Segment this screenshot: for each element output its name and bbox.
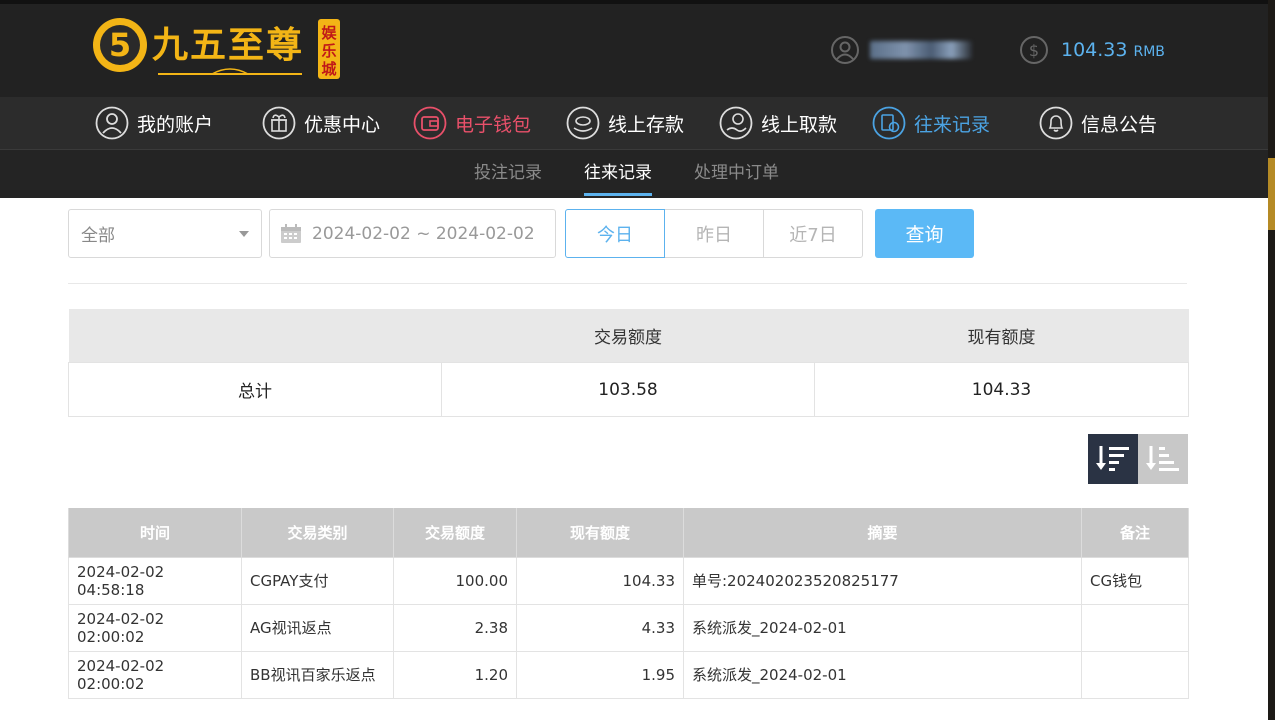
table-row: 2024-02-02 02:00:02 AG视讯返点 2.38 4.33 系统派… bbox=[68, 604, 1189, 652]
subtab-bet-records[interactable]: 投注记录 bbox=[474, 150, 542, 197]
subtab-transaction-records[interactable]: 往来记录 bbox=[584, 150, 652, 197]
page-edge-decoration bbox=[1268, 0, 1275, 720]
sort-descending-icon bbox=[1096, 446, 1129, 471]
cell-balance: 104.33 bbox=[516, 557, 684, 605]
date-range-input[interactable]: 2024-02-02 ~ 2024-02-02 bbox=[269, 209, 556, 258]
summary-header-row: 交易额度 现有额度 bbox=[68, 309, 1189, 363]
date-range-value: 2024-02-02 ~ 2024-02-02 bbox=[312, 223, 535, 244]
username-blurred bbox=[870, 41, 972, 59]
cell-amount: 1.20 bbox=[393, 651, 517, 699]
cell-type: AG视讯返点 bbox=[241, 604, 394, 652]
col-header-time: 时间 bbox=[68, 508, 242, 558]
nav-online-withdraw[interactable]: 线上取款 bbox=[719, 97, 837, 149]
summary-table: 交易额度 现有额度 总计 103.58 104.33 bbox=[68, 309, 1189, 417]
svg-text:5: 5 bbox=[109, 26, 131, 64]
nav-label: 往来记录 bbox=[914, 113, 991, 136]
wallet-icon bbox=[413, 106, 447, 140]
deposit-icon bbox=[566, 106, 600, 140]
range-yesterday-button[interactable]: 昨日 bbox=[664, 209, 764, 258]
col-header-balance: 现有额度 bbox=[516, 508, 684, 558]
cell-note bbox=[1081, 604, 1189, 652]
user-icon bbox=[95, 106, 129, 140]
summary-header-balance: 现有额度 bbox=[814, 309, 1189, 363]
cell-summary: 系统派发_2024-02-01 bbox=[683, 604, 1082, 652]
nav-promotions[interactable]: 优惠中心 bbox=[262, 97, 380, 149]
query-button[interactable]: 查询 bbox=[875, 209, 974, 258]
cell-type: CGPAY支付 bbox=[241, 557, 394, 605]
nav-label: 优惠中心 bbox=[304, 113, 381, 136]
main-nav: 我的账户 优惠中心 电子钱包 线上存款 线上取款 往来记录 信息公告 bbox=[0, 97, 1268, 149]
logo-badge-char-2: 乐 bbox=[321, 42, 336, 60]
cell-time: 2024-02-02 04:58:18 bbox=[68, 557, 242, 605]
gift-icon bbox=[262, 106, 296, 140]
summary-total-label: 总计 bbox=[68, 362, 442, 417]
transaction-type-select[interactable]: 全部 bbox=[68, 209, 262, 258]
user-avatar-icon bbox=[831, 36, 859, 64]
nav-label: 线上存款 bbox=[608, 113, 685, 136]
summary-total-balance: 104.33 bbox=[814, 362, 1189, 417]
cell-time: 2024-02-02 02:00:02 bbox=[68, 604, 242, 652]
cell-amount: 2.38 bbox=[393, 604, 517, 652]
cell-balance: 4.33 bbox=[516, 604, 684, 652]
cell-note: CG钱包 bbox=[1081, 557, 1189, 605]
balance-display: $ 104.33 RMB bbox=[1019, 35, 1165, 65]
sort-ascending-button[interactable] bbox=[1138, 434, 1188, 484]
subtab-pending-orders[interactable]: 处理中订单 bbox=[694, 150, 779, 197]
section-divider bbox=[68, 283, 1187, 284]
nav-label: 信息公告 bbox=[1081, 113, 1158, 136]
balance-currency: RMB bbox=[1133, 44, 1165, 60]
col-header-amount: 交易额度 bbox=[393, 508, 517, 558]
withdraw-icon bbox=[719, 106, 753, 140]
cell-balance: 1.95 bbox=[516, 651, 684, 699]
summary-header-blank bbox=[68, 309, 442, 363]
cell-note bbox=[1081, 651, 1189, 699]
nav-label: 我的账户 bbox=[137, 113, 214, 136]
nav-label: 线上取款 bbox=[761, 113, 838, 136]
col-header-summary: 摘要 bbox=[683, 508, 1082, 558]
nav-e-wallet[interactable]: 电子钱包 bbox=[413, 97, 531, 149]
nav-announcements[interactable]: 信息公告 bbox=[1039, 97, 1157, 149]
table-row: 2024-02-02 04:58:18 CGPAY支付 100.00 104.3… bbox=[68, 557, 1189, 605]
brand-logo[interactable]: 5 九五至尊 娱 乐 城 bbox=[92, 16, 344, 82]
logo-badge-char-1: 娱 bbox=[321, 24, 337, 42]
cell-summary: 系统派发_2024-02-01 bbox=[683, 651, 1082, 699]
sort-descending-button[interactable] bbox=[1088, 434, 1138, 484]
nav-transaction-records[interactable]: 往来记录 bbox=[872, 97, 990, 149]
svg-text:$: $ bbox=[1029, 41, 1039, 60]
records-table: 时间 交易类别 交易额度 现有额度 摘要 备注 2024-02-02 04:58… bbox=[68, 508, 1189, 699]
sub-nav: 投注记录 往来记录 处理中订单 bbox=[0, 149, 1268, 198]
cell-amount: 100.00 bbox=[393, 557, 517, 605]
table-row: 2024-02-02 02:00:02 BB视讯百家乐返点 1.20 1.95 … bbox=[68, 651, 1189, 699]
range-7days-button[interactable]: 近7日 bbox=[763, 209, 863, 258]
cell-summary: 单号:202402023520825177 bbox=[683, 557, 1082, 605]
chevron-down-icon bbox=[239, 231, 249, 237]
summary-total-row: 总计 103.58 104.33 bbox=[68, 362, 1189, 417]
logo-badge-char-3: 城 bbox=[321, 60, 336, 78]
col-header-type: 交易类别 bbox=[241, 508, 394, 558]
nav-my-account[interactable]: 我的账户 bbox=[95, 97, 213, 149]
user-info[interactable] bbox=[830, 35, 972, 65]
top-header: 5 九五至尊 娱 乐 城 $ 104.33 RMB bbox=[0, 0, 1268, 97]
balance-value: 104.33 bbox=[1061, 39, 1128, 61]
cell-time: 2024-02-02 02:00:02 bbox=[68, 651, 242, 699]
calendar-icon bbox=[281, 223, 301, 243]
sort-ascending-icon bbox=[1146, 446, 1179, 471]
summary-total-amount: 103.58 bbox=[441, 362, 815, 417]
bell-icon bbox=[1039, 106, 1073, 140]
records-header-row: 时间 交易类别 交易额度 现有额度 摘要 备注 bbox=[68, 508, 1189, 558]
records-icon bbox=[872, 106, 906, 140]
logo-text: 九五至尊 bbox=[152, 25, 304, 66]
summary-header-amount: 交易额度 bbox=[441, 309, 815, 363]
nav-online-deposit[interactable]: 线上存款 bbox=[566, 97, 684, 149]
nav-label: 电子钱包 bbox=[455, 113, 532, 136]
coin-icon: $ bbox=[1020, 36, 1048, 64]
select-value: 全部 bbox=[81, 226, 115, 246]
range-today-button[interactable]: 今日 bbox=[565, 209, 665, 258]
col-header-note: 备注 bbox=[1081, 508, 1189, 558]
cell-type: BB视讯百家乐返点 bbox=[241, 651, 394, 699]
